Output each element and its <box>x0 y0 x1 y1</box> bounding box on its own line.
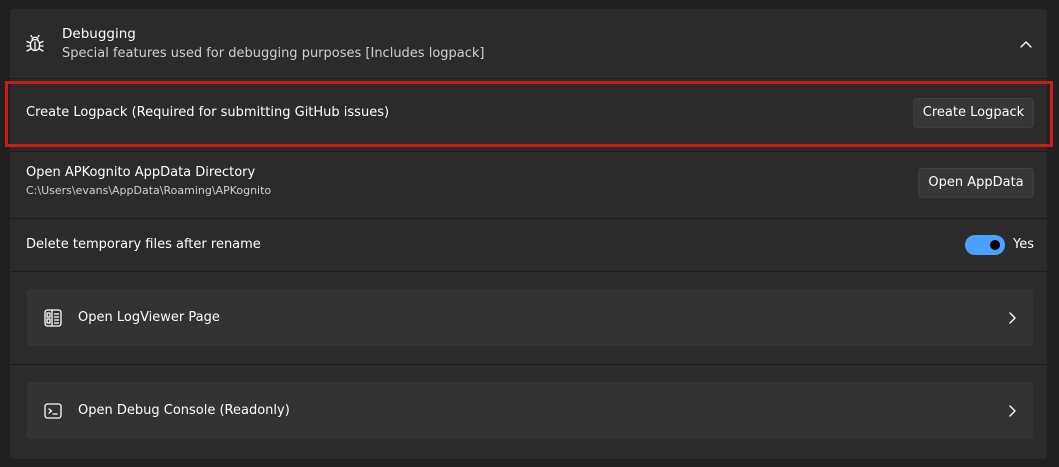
log-viewer-icon <box>44 309 62 327</box>
divider <box>10 364 1047 365</box>
appdata-path: C:\Users\evans\AppData\Roaming\APKognito <box>26 184 272 197</box>
toggle-state-label: Yes <box>1013 237 1034 252</box>
debugging-expander: Debugging Special features used for debu… <box>10 9 1047 459</box>
delete-temp-files-toggle[interactable] <box>965 235 1005 255</box>
logpack-label: Create Logpack (Required for submitting … <box>26 105 390 120</box>
expander-subtitle: Special features used for debugging purp… <box>62 46 485 61</box>
temp-files-row: Delete temporary files after rename <box>10 219 1047 271</box>
chevron-right-icon <box>1009 405 1016 417</box>
expander-title: Debugging <box>62 26 136 42</box>
temp-files-label: Delete temporary files after rename <box>26 237 261 252</box>
console-icon <box>44 403 62 419</box>
appdata-label: Open APKognito AppData Directory <box>26 165 256 180</box>
chevron-right-icon <box>1009 312 1016 324</box>
appdata-row: Open APKognito AppData Directory C:\User… <box>10 152 1047 218</box>
chevron-up-icon[interactable] <box>1018 37 1034 51</box>
open-logviewer-label: Open LogViewer Page <box>78 310 220 325</box>
divider <box>10 271 1047 272</box>
toggle-knob <box>990 240 1000 250</box>
open-logviewer-card[interactable]: Open LogViewer Page <box>27 289 1033 346</box>
bug-icon <box>26 34 44 52</box>
divider <box>10 78 1047 79</box>
open-appdata-button[interactable]: Open AppData <box>918 168 1034 198</box>
debugging-header[interactable]: Debugging Special features used for debu… <box>10 9 1047 78</box>
create-logpack-button[interactable]: Create Logpack <box>913 98 1034 128</box>
open-debug-console-card[interactable]: Open Debug Console (Readonly) <box>27 382 1033 439</box>
open-debug-console-label: Open Debug Console (Readonly) <box>78 403 290 418</box>
logpack-row: Create Logpack (Required for submitting … <box>10 84 1047 142</box>
